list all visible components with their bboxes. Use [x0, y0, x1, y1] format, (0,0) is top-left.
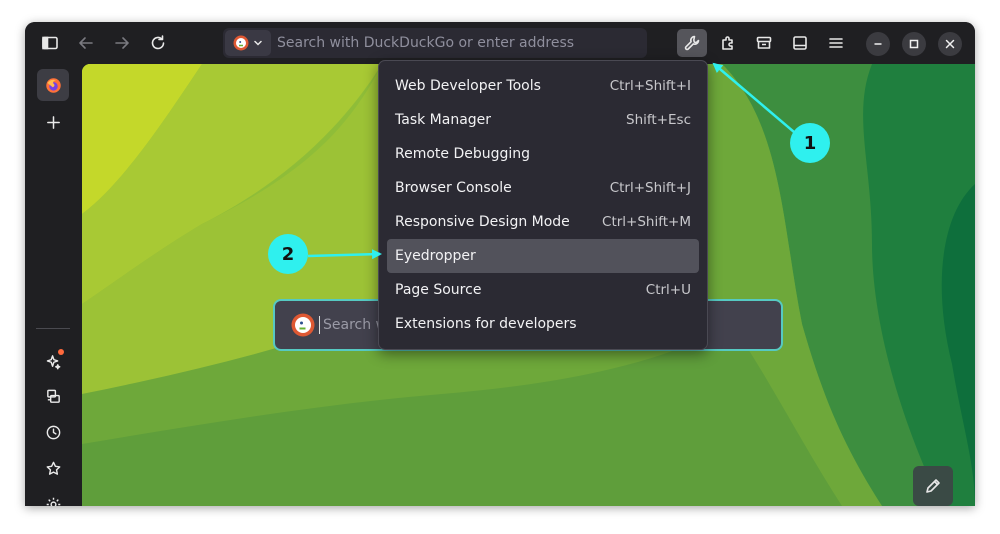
menu-item-web-developer-tools[interactable]: Web Developer Tools Ctrl+Shift+I — [387, 69, 699, 103]
tab-manager-button[interactable] — [785, 29, 815, 57]
menu-item-task-manager[interactable]: Task Manager Shift+Esc — [387, 103, 699, 137]
url-placeholder: Search with DuckDuckGo or enter address — [277, 35, 575, 51]
menu-item-extensions-for-developers[interactable]: Extensions for developers — [387, 307, 699, 341]
duckduckgo-icon — [233, 35, 249, 51]
app-menu-button[interactable] — [821, 29, 851, 57]
toolbar: Search with DuckDuckGo or enter address — [25, 22, 975, 64]
maximize-icon — [909, 39, 919, 49]
extensions-icon — [722, 36, 733, 50]
sidebar-toggle-icon — [42, 36, 58, 50]
minimize-button[interactable] — [866, 32, 890, 56]
developer-tools-menu: Web Developer Tools Ctrl+Shift+I Task Man… — [378, 60, 708, 350]
hamburger-menu-icon — [829, 38, 843, 48]
plus-icon — [46, 115, 60, 129]
history-button[interactable] — [37, 416, 69, 448]
new-tab-button[interactable] — [37, 106, 69, 138]
annotation-badge-1: 1 — [790, 123, 830, 163]
save-to-pocket-icon — [756, 36, 772, 49]
forward-arrow-icon — [115, 37, 129, 49]
bookmarks-button[interactable] — [37, 452, 69, 484]
minimize-icon — [874, 43, 882, 45]
bookmark-star-icon — [46, 461, 60, 475]
history-icon — [46, 425, 60, 439]
annotation-badge-2: 2 — [268, 234, 308, 274]
notification-dot — [58, 349, 64, 355]
maximize-button[interactable] — [902, 32, 926, 56]
sidebar-settings-button[interactable] — [37, 488, 69, 506]
firefox-icon — [45, 77, 61, 93]
back-button[interactable] — [71, 29, 101, 57]
sidebar — [25, 64, 82, 506]
reload-button[interactable] — [143, 29, 173, 57]
menu-item-remote-debugging[interactable]: Remote Debugging — [387, 137, 699, 171]
pencil-icon — [926, 479, 940, 493]
synced-tabs-icon — [46, 389, 60, 403]
synced-tabs-button[interactable] — [37, 380, 69, 412]
save-to-pocket-button[interactable] — [749, 29, 779, 57]
sidebar-tab-firefox[interactable] — [37, 69, 69, 101]
menu-item-browser-console[interactable]: Browser Console Ctrl+Shift+J — [387, 171, 699, 205]
developer-tools-button[interactable] — [677, 29, 707, 57]
menu-item-responsive-design-mode[interactable]: Responsive Design Mode Ctrl+Shift+M — [387, 205, 699, 239]
forward-button[interactable] — [107, 29, 137, 57]
tab-manager-icon — [793, 36, 807, 50]
close-button[interactable] — [938, 32, 962, 56]
reload-icon — [151, 35, 165, 50]
duckduckgo-icon — [291, 313, 315, 337]
menu-item-page-source[interactable]: Page Source Ctrl+U — [387, 273, 699, 307]
text-caret — [319, 316, 320, 334]
search-engine-button[interactable] — [225, 30, 271, 56]
sparkle-icon — [46, 354, 60, 369]
wrench-icon — [684, 35, 700, 51]
back-arrow-icon — [79, 37, 93, 49]
settings-gear-icon — [46, 497, 60, 506]
chevron-down-icon — [254, 40, 262, 46]
ai-chatbot-button[interactable] — [37, 345, 69, 377]
url-bar[interactable]: Search with DuckDuckGo or enter address — [223, 28, 647, 58]
extensions-button[interactable] — [713, 29, 743, 57]
menu-item-eyedropper[interactable]: Eyedropper — [387, 239, 699, 273]
sidebar-divider — [36, 328, 70, 329]
customize-new-tab-button[interactable] — [913, 466, 953, 506]
sidebar-toggle-button[interactable] — [35, 29, 65, 57]
close-icon — [945, 39, 955, 49]
